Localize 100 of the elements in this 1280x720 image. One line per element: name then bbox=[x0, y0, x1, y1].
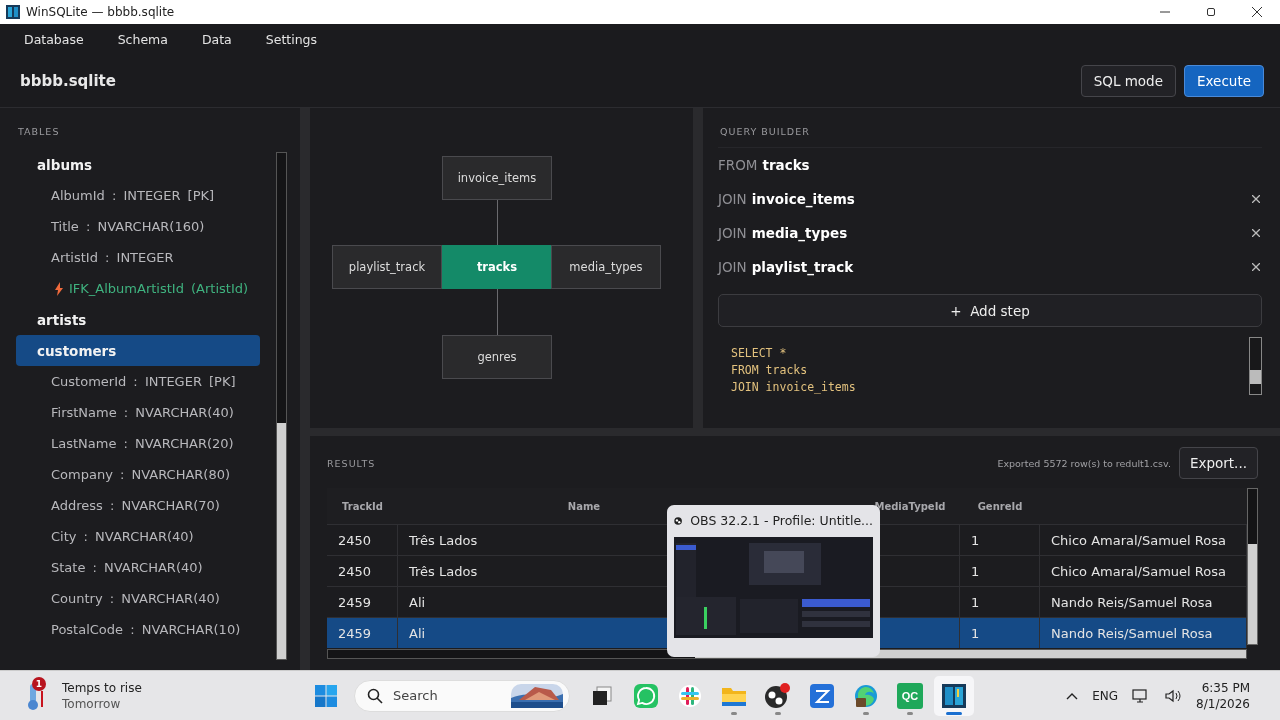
close-icon bbox=[1252, 7, 1262, 17]
column-item: Company : NVARCHAR(80) bbox=[51, 467, 231, 482]
table-cell: Nando Reis/Samuel Rosa bbox=[1051, 594, 1213, 610]
table-node[interactable]: tracks bbox=[442, 245, 552, 289]
table-cell: Ali bbox=[409, 594, 426, 610]
close-icon bbox=[1252, 195, 1260, 203]
section-heading: RESULTS bbox=[327, 457, 377, 469]
table-cell: 2459 bbox=[338, 594, 372, 610]
column-item: PostalCode : NVARCHAR(10) bbox=[51, 622, 241, 637]
query-step[interactable]: JOIN playlist_track bbox=[718, 250, 1262, 284]
step-keyword: JOIN bbox=[718, 225, 747, 241]
mode-button[interactable]: SQL mode bbox=[1080, 64, 1176, 97]
column-item: State : NVARCHAR(40) bbox=[51, 560, 203, 575]
table-cell: 2450 bbox=[338, 532, 372, 548]
windows-logo-icon bbox=[314, 683, 338, 708]
window-title: WinSQLite — bbbb.sqlite bbox=[26, 5, 176, 19]
language-indicator[interactable]: ENG bbox=[1092, 688, 1119, 703]
scrollbar[interactable] bbox=[276, 152, 287, 660]
chevron-up-icon[interactable] bbox=[1066, 691, 1079, 700]
table-cell: Nando Reis/Samuel Rosa bbox=[1051, 625, 1213, 641]
task-view-icon bbox=[591, 684, 613, 707]
table-cell: Três Lados bbox=[409, 532, 478, 548]
table-cell: 2450 bbox=[338, 563, 372, 579]
column-item: City : NVARCHAR(40) bbox=[51, 529, 194, 544]
menu-item[interactable]: Schema bbox=[105, 27, 180, 51]
search-bar[interactable]: Search bbox=[354, 679, 570, 712]
column-item: Country : NVARCHAR(40) bbox=[51, 591, 220, 606]
step-table: playlist_track bbox=[751, 259, 1250, 275]
lightning-icon bbox=[55, 281, 63, 296]
table-cell: Três Lados bbox=[409, 563, 478, 579]
database-app-icon bbox=[941, 682, 967, 709]
search-field[interactable]: Search bbox=[391, 687, 511, 704]
editor-app-icon bbox=[809, 682, 835, 709]
maximize-icon bbox=[1206, 7, 1216, 17]
column-item: CustomerId : INTEGER [PK] bbox=[51, 374, 236, 389]
table-node[interactable]: genres bbox=[442, 335, 552, 379]
hashtag-icon bbox=[678, 683, 702, 708]
menu-item[interactable]: Data bbox=[189, 27, 244, 51]
remove-button[interactable] bbox=[1250, 193, 1262, 205]
table-cell: Chico Amaral/Samuel Rosa bbox=[1051, 563, 1226, 579]
column-item: Title : NVARCHAR(160) bbox=[51, 219, 205, 234]
table-item[interactable]: artists bbox=[16, 304, 260, 335]
step-keyword: FROM bbox=[718, 157, 758, 173]
query-step[interactable]: JOIN media_types bbox=[718, 216, 1262, 250]
column-item: ArtistId : INTEGER bbox=[51, 250, 174, 265]
remove-button[interactable] bbox=[1250, 227, 1262, 239]
execute-button[interactable]: Execute bbox=[1184, 64, 1264, 97]
export-button[interactable]: Export... bbox=[1178, 447, 1258, 479]
query-step[interactable]: JOIN invoice_items bbox=[718, 182, 1262, 216]
connector-line bbox=[497, 200, 498, 246]
step-table: media_types bbox=[751, 225, 1250, 241]
column-header[interactable]: TrackId bbox=[327, 500, 398, 512]
table-item[interactable]: albums bbox=[16, 149, 260, 180]
menu-item[interactable]: Database bbox=[12, 27, 96, 51]
table-cell: Chico Amaral/Samuel Rosa bbox=[1051, 532, 1226, 548]
clock-time[interactable]: 6:35 PM bbox=[1201, 679, 1250, 696]
add-step-button[interactable]: + Add step bbox=[718, 294, 1262, 327]
query-step[interactable]: FROM tracks bbox=[718, 148, 1262, 182]
chat-bubble-icon bbox=[633, 682, 659, 709]
table-node[interactable]: invoice_items bbox=[442, 156, 552, 200]
column-item: FirstName : NVARCHAR(40) bbox=[51, 405, 234, 420]
table-item[interactable]: customers bbox=[16, 335, 260, 366]
step-table: tracks bbox=[762, 157, 1262, 173]
scrollbar[interactable] bbox=[1247, 488, 1258, 645]
remove-button[interactable] bbox=[1250, 261, 1262, 273]
connector-line bbox=[497, 289, 498, 335]
table-cell: 1 bbox=[971, 532, 980, 548]
column-item: AlbumId : INTEGER [PK] bbox=[51, 188, 215, 203]
speaker-icon[interactable] bbox=[1164, 687, 1183, 704]
database-name: bbbb.sqlite bbox=[20, 71, 117, 90]
section-heading: QUERY BUILDER bbox=[718, 126, 1262, 148]
foreign-key: IFK_AlbumArtistId (ArtistId) bbox=[69, 281, 249, 296]
clock-date[interactable]: 8/1/2026 bbox=[1196, 695, 1250, 712]
close-icon bbox=[1252, 229, 1260, 237]
search-icon bbox=[367, 687, 383, 704]
browser-icon bbox=[853, 682, 879, 709]
weather-title: Temps to rise bbox=[62, 679, 142, 696]
column-item: Address : NVARCHAR(70) bbox=[51, 498, 220, 513]
menu-item[interactable]: Settings bbox=[253, 27, 330, 51]
app-icon bbox=[6, 5, 20, 19]
table-node[interactable]: media_types bbox=[551, 245, 661, 289]
record-app-icon bbox=[763, 681, 793, 710]
table-cell: 2459 bbox=[338, 625, 372, 641]
taskbar-app[interactable] bbox=[934, 675, 974, 716]
sql-preview: SELECT * FROM tracks JOIN invoice_items bbox=[731, 345, 857, 396]
step-table: invoice_items bbox=[751, 191, 1250, 207]
close-icon bbox=[1252, 263, 1260, 271]
notification-badge: 1 bbox=[32, 676, 46, 691]
section-heading: TABLES bbox=[17, 126, 61, 137]
table-cell: 1 bbox=[971, 594, 980, 610]
app-logo: QC bbox=[897, 682, 923, 709]
step-keyword: JOIN bbox=[718, 191, 747, 207]
table-cell: Ali bbox=[409, 625, 426, 641]
table-cell: 1 bbox=[971, 625, 980, 641]
table-cell: 1 bbox=[971, 563, 980, 579]
weather-subtitle: Tomorrow bbox=[62, 695, 122, 712]
column-item: LastName : NVARCHAR(20) bbox=[51, 436, 234, 451]
column-header[interactable]: GenreId bbox=[960, 500, 1040, 512]
table-node[interactable]: playlist_track bbox=[332, 245, 442, 289]
scrollbar[interactable] bbox=[1249, 337, 1262, 395]
